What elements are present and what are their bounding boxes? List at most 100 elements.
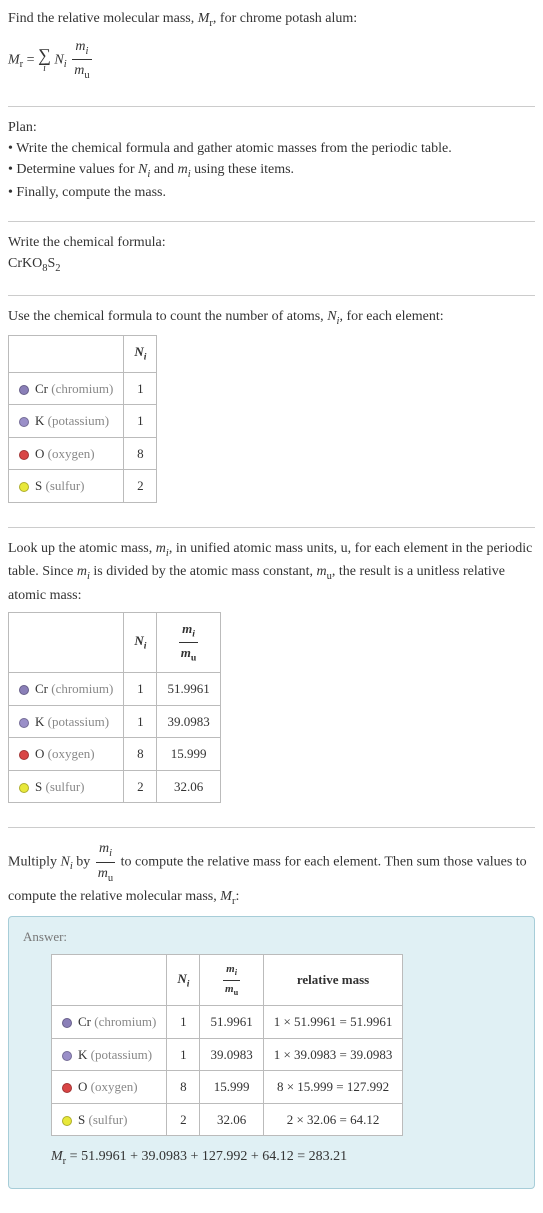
element-dot-icon (19, 718, 29, 728)
element-cell: S (sulfur) (52, 1103, 167, 1136)
plan-heading: Plan: (8, 117, 535, 138)
cell-N: 2 (167, 1103, 200, 1136)
header-mi-mu: mimu (200, 955, 263, 1006)
divider (8, 527, 535, 528)
var-M: M (198, 11, 210, 26)
mass-table: Ni mimu Cr (chromium) 1 51.9961 K (potas… (8, 612, 221, 803)
cell-mass: 32.06 (200, 1103, 263, 1136)
element-cell: K (potassium) (9, 405, 124, 438)
element-cell: O (oxygen) (9, 437, 124, 470)
cell-N: 8 (124, 437, 157, 470)
plan-item-3: • Finally, compute the mass. (8, 182, 535, 203)
cell-mass: 15.999 (157, 738, 220, 771)
plan-item-1: • Write the chemical formula and gather … (8, 138, 535, 159)
element-dot-icon (19, 750, 29, 760)
cell-N: 8 (124, 738, 157, 771)
cell-mass: 51.9961 (200, 1006, 263, 1039)
table-row: O (oxygen) 8 15.999 8 × 15.999 = 127.992 (52, 1071, 403, 1104)
intro-post: , for chrome potash alum: (213, 11, 357, 26)
cell-mass: 39.0983 (200, 1038, 263, 1071)
chem-formula: CrKO8S2 (8, 253, 535, 277)
cell-relmass: 8 × 15.999 = 127.992 (263, 1071, 403, 1104)
element-dot-icon (19, 450, 29, 460)
header-Ni: Ni (124, 336, 157, 372)
cell-N: 1 (167, 1038, 200, 1071)
intro-text: Find the relative molecular mass, Mr, fo… (8, 8, 535, 32)
fraction: mi mu (72, 36, 91, 84)
header-mi-mu: mimu (157, 612, 220, 672)
table-row: Cr (chromium) 1 51.9961 1 × 51.9961 = 51… (52, 1006, 403, 1039)
cell-N: 2 (124, 770, 157, 803)
element-dot-icon (19, 417, 29, 427)
multiply-text: Multiply Ni by mimu to compute the relat… (8, 838, 535, 910)
element-cell: O (oxygen) (9, 738, 124, 771)
cell-N: 1 (124, 372, 157, 405)
table-header-row: Ni (9, 336, 157, 372)
final-result: Mr = 51.9961 + 39.0983 + 127.992 + 64.12… (51, 1146, 520, 1170)
var-M2: M (8, 52, 20, 67)
divider (8, 295, 535, 296)
element-cell: K (potassium) (52, 1038, 167, 1071)
element-dot-icon (19, 385, 29, 395)
cell-N: 1 (124, 673, 157, 706)
sigma-icon: ∑ i (38, 46, 51, 74)
cell-N: 8 (167, 1071, 200, 1104)
intro-section: Find the relative molecular mass, Mr , fo… (8, 8, 535, 96)
table-header-row: Ni mimu (9, 612, 221, 672)
count-table: Ni Cr (chromium) 1 K (potassium) 1 O (ox… (8, 335, 157, 502)
lookup-section: Look up the atomic mass, mi, in unified … (8, 538, 535, 818)
intro-pre: Find the relative molecular mass, (8, 11, 198, 26)
table-row: Cr (chromium) 1 51.9961 (9, 673, 221, 706)
element-dot-icon (62, 1116, 72, 1126)
table-row: O (oxygen) 8 15.999 (9, 738, 221, 771)
cell-relmass: 2 × 32.06 = 64.12 (263, 1103, 403, 1136)
element-dot-icon (19, 783, 29, 793)
cell-N: 1 (124, 405, 157, 438)
element-cell: S (sulfur) (9, 470, 124, 503)
formula-definition: Mr = ∑ i Ni mi mu (8, 36, 535, 84)
cell-N: 1 (124, 705, 157, 738)
cell-mass: 15.999 (200, 1071, 263, 1104)
cell-relmass: 1 × 39.0983 = 39.0983 (263, 1038, 403, 1071)
answer-box: Answer: Ni mimu relative mass Cr (chromi… (8, 916, 535, 1189)
table-header-row: Ni mimu relative mass (52, 955, 403, 1006)
table-row: S (sulfur) 2 32.06 2 × 32.06 = 64.12 (52, 1103, 403, 1136)
divider (8, 827, 535, 828)
element-dot-icon (19, 482, 29, 492)
plan-section: Plan: • Write the chemical formula and g… (8, 117, 535, 212)
answer-table: Ni mimu relative mass Cr (chromium) 1 51… (51, 954, 403, 1136)
answer-label: Answer: (23, 927, 520, 947)
plan-item-2: • Determine values for Ni and mi using t… (8, 159, 535, 183)
cell-N: 1 (167, 1006, 200, 1039)
element-dot-icon (62, 1051, 72, 1061)
multiply-section: Multiply Ni by mimu to compute the relat… (8, 838, 535, 1197)
sub-i: i (64, 59, 67, 70)
var-N: N (54, 52, 63, 67)
chem-formula-heading: Write the chemical formula: (8, 232, 535, 253)
sub-r2: r (20, 59, 24, 70)
element-dot-icon (19, 685, 29, 695)
table-row: S (sulfur) 2 (9, 470, 157, 503)
header-Ni: Ni (124, 612, 157, 672)
count-text: Use the chemical formula to count the nu… (8, 306, 535, 330)
table-row: S (sulfur) 2 32.06 (9, 770, 221, 803)
chem-formula-section: Write the chemical formula: CrKO8S2 (8, 232, 535, 285)
cell-mass: 39.0983 (157, 705, 220, 738)
answer-content: Ni mimu relative mass Cr (chromium) 1 51… (23, 954, 520, 1170)
table-row: K (potassium) 1 39.0983 1 × 39.0983 = 39… (52, 1038, 403, 1071)
divider (8, 106, 535, 107)
cell-relmass: 1 × 51.9961 = 51.9961 (263, 1006, 403, 1039)
element-cell: S (sulfur) (9, 770, 124, 803)
divider (8, 221, 535, 222)
element-cell: Cr (chromium) (9, 372, 124, 405)
cell-N: 2 (124, 470, 157, 503)
header-relmass: relative mass (263, 955, 403, 1006)
table-row: O (oxygen) 8 (9, 437, 157, 470)
table-row: K (potassium) 1 39.0983 (9, 705, 221, 738)
cell-mass: 51.9961 (157, 673, 220, 706)
element-cell: O (oxygen) (52, 1071, 167, 1104)
element-dot-icon (62, 1018, 72, 1028)
table-row: Cr (chromium) 1 (9, 372, 157, 405)
table-row: K (potassium) 1 (9, 405, 157, 438)
element-cell: K (potassium) (9, 705, 124, 738)
